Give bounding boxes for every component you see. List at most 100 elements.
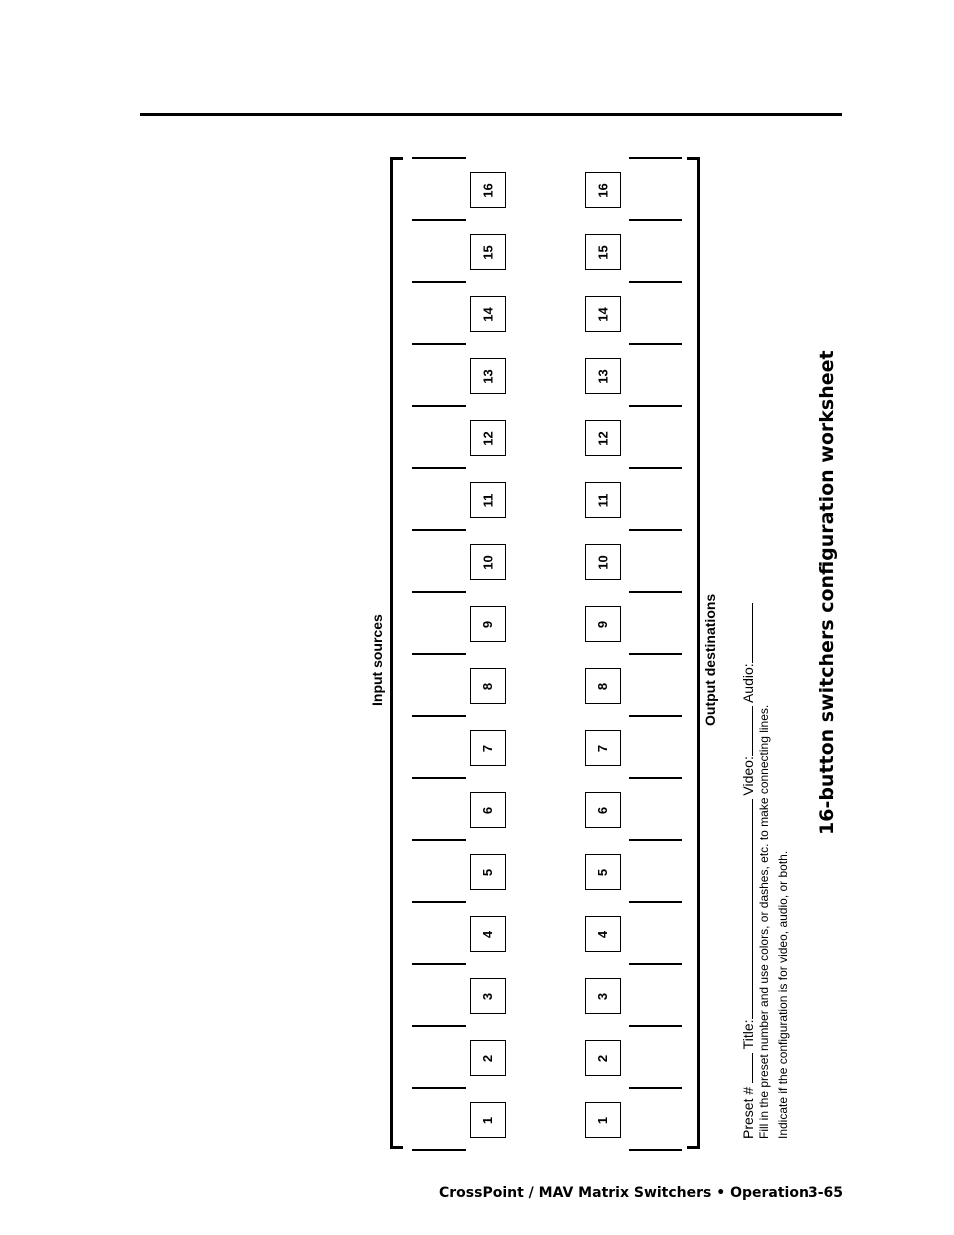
output-write-line[interactable] bbox=[629, 281, 682, 283]
output-button-box: 13 bbox=[585, 358, 621, 394]
input-write-line[interactable] bbox=[412, 343, 466, 345]
input-button-number: 12 bbox=[480, 430, 496, 446]
output-write-line[interactable] bbox=[629, 901, 682, 903]
output-button-number: 6 bbox=[595, 806, 611, 814]
input-button-box: 6 bbox=[470, 792, 506, 828]
output-write-line[interactable] bbox=[629, 1087, 682, 1089]
input-button-box: 16 bbox=[470, 172, 506, 208]
output-button-box: 12 bbox=[585, 420, 621, 456]
output-button-number: 16 bbox=[595, 182, 611, 198]
input-button-box: 8 bbox=[470, 668, 506, 704]
input-write-line[interactable] bbox=[412, 219, 466, 221]
output-button-box: 15 bbox=[585, 234, 621, 270]
output-button-box: 3 bbox=[585, 978, 621, 1014]
output-write-line[interactable] bbox=[629, 1149, 682, 1151]
output-button-box: 6 bbox=[585, 792, 621, 828]
input-button-number: 14 bbox=[480, 306, 496, 322]
page-number: 3-65 bbox=[808, 1185, 844, 1201]
input-button-box: 4 bbox=[470, 916, 506, 952]
input-button-number: 2 bbox=[480, 1054, 496, 1062]
input-button-box: 5 bbox=[470, 854, 506, 890]
output-write-line[interactable] bbox=[629, 653, 682, 655]
input-write-line[interactable] bbox=[412, 1025, 466, 1027]
input-button-number: 16 bbox=[480, 182, 496, 198]
output-button-number: 3 bbox=[595, 992, 611, 1000]
input-sources-label: Input sources bbox=[369, 614, 385, 706]
output-button-number: 5 bbox=[595, 868, 611, 876]
output-button-box: 2 bbox=[585, 1040, 621, 1076]
output-button-number: 13 bbox=[595, 368, 611, 384]
input-write-line[interactable] bbox=[412, 1149, 466, 1151]
audio-label: Audio: bbox=[740, 663, 756, 704]
output-write-line[interactable] bbox=[629, 343, 682, 345]
output-button-number: 8 bbox=[595, 682, 611, 690]
output-write-line[interactable] bbox=[629, 1025, 682, 1027]
output-write-line[interactable] bbox=[629, 777, 682, 779]
input-button-box: 3 bbox=[470, 978, 506, 1014]
page-title: 16-button switchers configuration worksh… bbox=[816, 350, 838, 835]
output-button-number: 1 bbox=[595, 1116, 611, 1124]
instruction-2: Indicate if the configuration is for vid… bbox=[776, 850, 790, 1139]
output-destinations-label: Output destinations bbox=[702, 593, 718, 726]
output-button-number: 9 bbox=[595, 620, 611, 628]
input-write-line[interactable] bbox=[412, 529, 466, 531]
input-button-number: 1 bbox=[480, 1116, 496, 1124]
input-button-number: 3 bbox=[480, 992, 496, 1000]
input-write-line[interactable] bbox=[412, 1087, 466, 1089]
output-button-box: 11 bbox=[585, 482, 621, 518]
input-button-number: 9 bbox=[480, 620, 496, 628]
output-write-line[interactable] bbox=[629, 715, 682, 717]
output-button-number: 4 bbox=[595, 930, 611, 938]
output-write-line[interactable] bbox=[629, 963, 682, 965]
input-write-line[interactable] bbox=[412, 963, 466, 965]
video-label: Video: bbox=[740, 756, 756, 796]
input-button-box: 12 bbox=[470, 420, 506, 456]
input-button-box: 7 bbox=[470, 730, 506, 766]
input-button-number: 15 bbox=[480, 244, 496, 260]
input-button-box: 1 bbox=[470, 1102, 506, 1138]
output-write-line[interactable] bbox=[629, 467, 682, 469]
output-button-number: 15 bbox=[595, 244, 611, 260]
output-button-box: 10 bbox=[585, 544, 621, 580]
input-button-number: 10 bbox=[480, 554, 496, 570]
input-button-box: 11 bbox=[470, 482, 506, 518]
output-button-number: 12 bbox=[595, 430, 611, 446]
output-write-line[interactable] bbox=[629, 591, 682, 593]
input-write-line[interactable] bbox=[412, 591, 466, 593]
audio-field[interactable] bbox=[752, 603, 753, 664]
input-button-number: 6 bbox=[480, 806, 496, 814]
input-write-line[interactable] bbox=[412, 839, 466, 841]
input-write-line[interactable] bbox=[412, 715, 466, 717]
output-write-line[interactable] bbox=[629, 529, 682, 531]
title-field[interactable] bbox=[752, 799, 753, 1020]
input-write-line[interactable] bbox=[412, 405, 466, 407]
footer-text: CrossPoint / MAV Matrix Switchers • Oper… bbox=[439, 1185, 809, 1201]
output-button-box: 1 bbox=[585, 1102, 621, 1138]
output-write-line[interactable] bbox=[629, 405, 682, 407]
input-button-number: 7 bbox=[480, 744, 496, 752]
input-button-number: 4 bbox=[480, 930, 496, 938]
input-write-line[interactable] bbox=[412, 281, 466, 283]
video-field[interactable] bbox=[752, 706, 753, 757]
input-write-line[interactable] bbox=[412, 901, 466, 903]
input-button-number: 8 bbox=[480, 682, 496, 690]
input-write-line[interactable] bbox=[412, 157, 466, 159]
preset-field[interactable] bbox=[752, 1052, 753, 1083]
header-rule bbox=[140, 113, 842, 116]
input-button-box: 2 bbox=[470, 1040, 506, 1076]
output-write-line[interactable] bbox=[629, 157, 682, 159]
input-write-line[interactable] bbox=[412, 467, 466, 469]
input-button-box: 14 bbox=[470, 296, 506, 332]
output-button-number: 2 bbox=[595, 1054, 611, 1062]
input-button-number: 13 bbox=[480, 368, 496, 384]
output-write-line[interactable] bbox=[629, 219, 682, 221]
input-button-box: 13 bbox=[470, 358, 506, 394]
input-write-line[interactable] bbox=[412, 653, 466, 655]
output-button-number: 10 bbox=[595, 554, 611, 570]
output-button-number: 11 bbox=[595, 493, 611, 507]
output-write-line[interactable] bbox=[629, 839, 682, 841]
input-write-line[interactable] bbox=[412, 777, 466, 779]
preset-line: Preset # Title: Video: Audio: bbox=[740, 603, 756, 1139]
preset-label: Preset # bbox=[740, 1086, 756, 1139]
input-bracket bbox=[390, 157, 403, 1149]
